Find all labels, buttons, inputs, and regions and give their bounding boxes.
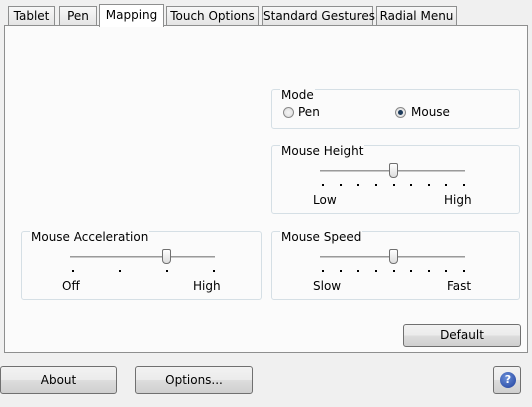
- slider-tick: [340, 270, 342, 272]
- tab-radial-menu[interactable]: Radial Menu: [376, 6, 457, 26]
- mouse-acceleration-max-label: High: [193, 279, 221, 293]
- pen-radio-label[interactable]: Pen: [298, 105, 320, 119]
- slider-tick: [445, 184, 447, 186]
- slider-tick: [375, 270, 377, 272]
- mouse-height-slider[interactable]: [272, 146, 521, 191]
- mode-group: Mode Pen Mouse: [271, 88, 520, 129]
- default-button[interactable]: Default: [403, 324, 521, 347]
- slider-tick: [357, 184, 359, 186]
- tab-label: Tablet: [13, 9, 50, 23]
- tab-tablet[interactable]: Tablet: [8, 6, 55, 26]
- slider-tick: [445, 270, 447, 272]
- tab-mapping[interactable]: Mapping: [99, 4, 164, 27]
- mouse-radio[interactable]: [395, 107, 406, 118]
- slider-tick: [119, 270, 121, 272]
- slider-tick: [393, 184, 395, 186]
- slider-tick: [428, 184, 430, 186]
- slider-thumb[interactable]: [162, 249, 171, 264]
- slider-tick: [72, 270, 74, 272]
- slider-tick: [375, 184, 377, 186]
- mouse-speed-min-label: Slow: [313, 279, 342, 293]
- tab-label: Standard Gestures: [263, 9, 375, 23]
- tab-label: Mapping: [105, 8, 158, 22]
- slider-tick: [357, 270, 359, 272]
- slider-thumb[interactable]: [389, 163, 398, 178]
- mouse-speed-slider[interactable]: [272, 232, 521, 277]
- slider-tick: [410, 184, 412, 186]
- tab-pen[interactable]: Pen: [59, 6, 97, 26]
- slider-tick: [340, 184, 342, 186]
- slider-tick: [463, 270, 465, 272]
- about-button[interactable]: About: [0, 366, 117, 394]
- mouse-height-group: Mouse Height Low High: [271, 144, 521, 214]
- slider-tick: [213, 270, 215, 272]
- mouse-height-max-label: High: [444, 193, 472, 207]
- tab-label: Radial Menu: [379, 9, 454, 23]
- mouse-acceleration-slider[interactable]: [22, 232, 263, 277]
- question-mark-icon: ?: [500, 372, 516, 388]
- slider-tick: [428, 270, 430, 272]
- mouse-acceleration-group: Mouse Acceleration Off High: [21, 230, 263, 300]
- slider-tick: [393, 270, 395, 272]
- mouse-acceleration-min-label: Off: [62, 279, 80, 293]
- slider-tick: [410, 270, 412, 272]
- slider-tick: [463, 184, 465, 186]
- slider-track[interactable]: [70, 256, 215, 258]
- slider-tick: [322, 270, 324, 272]
- mouse-radio-label[interactable]: Mouse: [411, 105, 450, 119]
- mouse-speed-max-label: Fast: [447, 279, 472, 293]
- slider-thumb[interactable]: [389, 249, 398, 264]
- slider-tick: [322, 184, 324, 186]
- tab-standard-gestures[interactable]: Standard Gestures: [262, 6, 375, 26]
- tab-label: Pen: [67, 9, 89, 23]
- options-button[interactable]: Options...: [135, 366, 253, 394]
- tab-label: Touch Options: [170, 9, 255, 23]
- mouse-height-min-label: Low: [313, 193, 337, 207]
- slider-tick: [166, 270, 168, 272]
- tab-touch-options[interactable]: Touch Options: [166, 6, 259, 26]
- mapping-panel: Mode Pen Mouse Mouse Height Low High Mou…: [4, 25, 528, 353]
- mouse-speed-group: Mouse Speed Slow Fast: [271, 230, 521, 300]
- mode-title: Mode: [280, 88, 315, 102]
- pen-radio[interactable]: [283, 107, 294, 118]
- help-button[interactable]: ?: [493, 366, 521, 394]
